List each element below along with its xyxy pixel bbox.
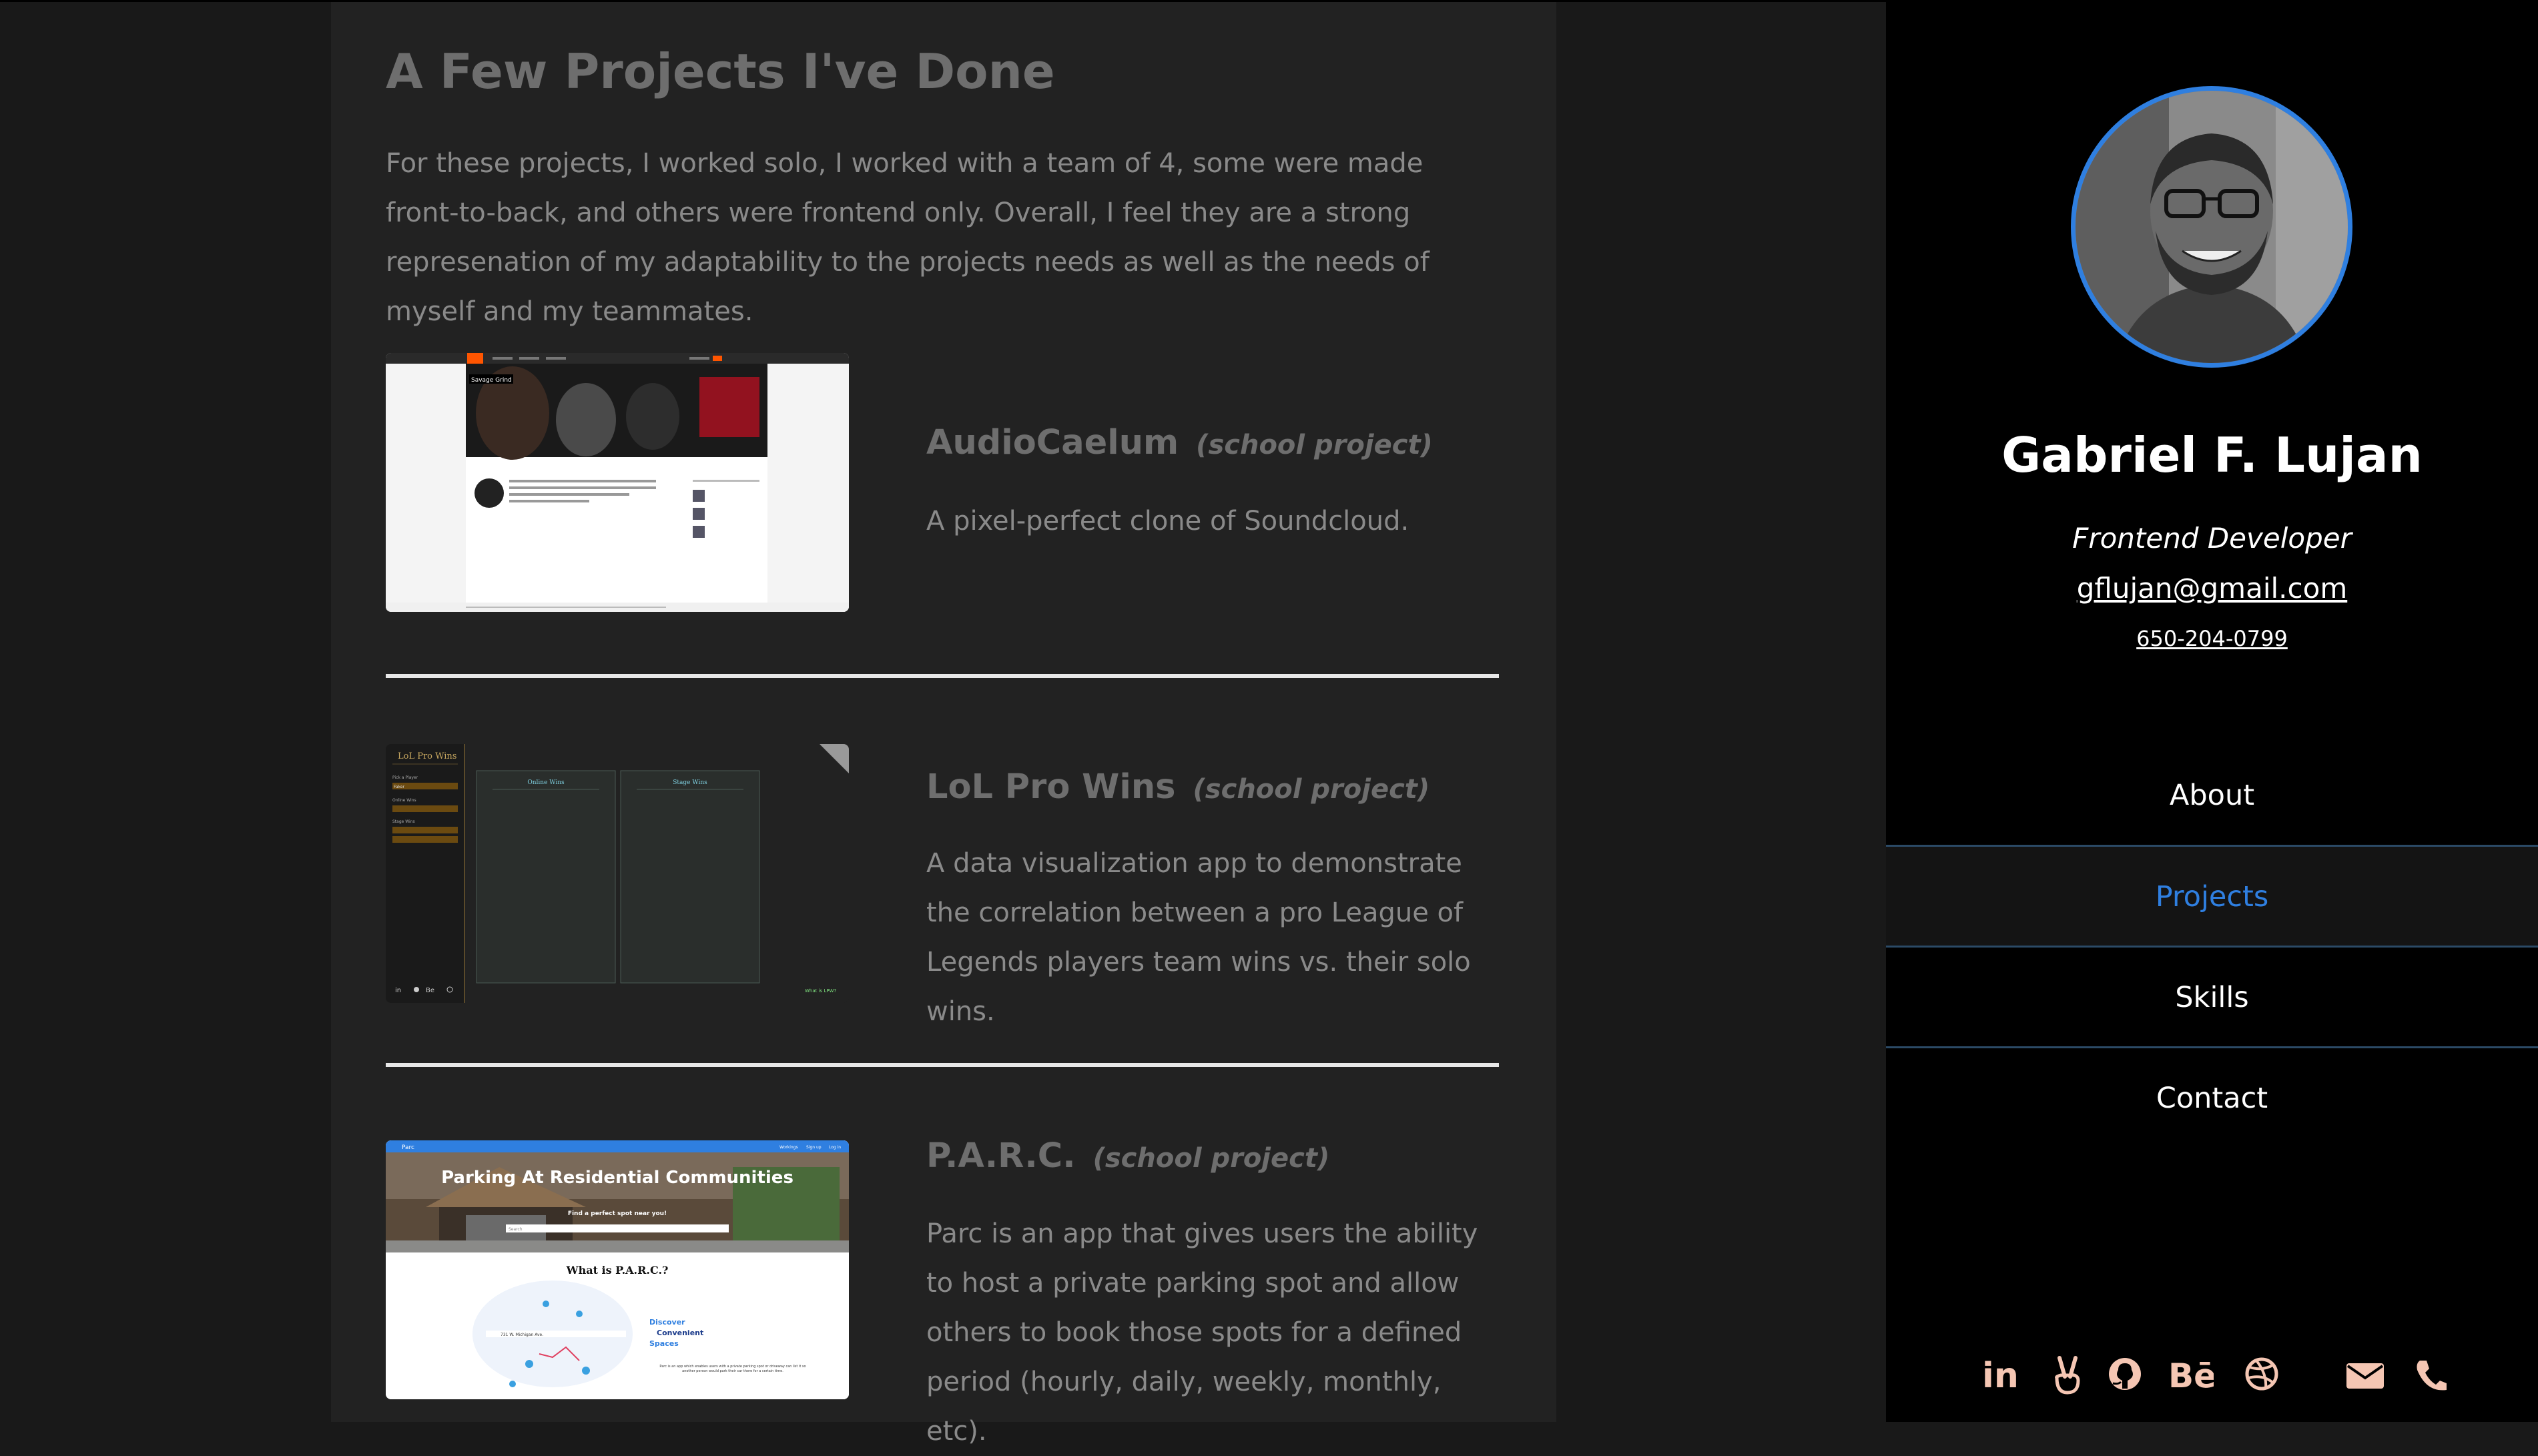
linkedin-icon[interactable]: in (1982, 1354, 2018, 1395)
parc-thumb-blurb: Parc is an app which enables users with … (659, 1365, 806, 1373)
parc-thumb-link-2: Sign up (806, 1145, 822, 1150)
parc-thumb-link-3: Log in (829, 1145, 841, 1150)
audiocaelum-title[interactable]: AudioCaelum (926, 423, 1179, 462)
parc-thumb-tagline-1: Discover (649, 1318, 685, 1327)
projects-section: A Few Projects I've Done For these proje… (331, 2, 1556, 1447)
profile-photo (2076, 91, 2348, 363)
parc-title-row: P.A.R.C. (school project) (926, 1136, 1329, 1176)
behance-icon[interactable]: Bē (2168, 1354, 2214, 1395)
lol-thumb-menu-2: Faker (394, 785, 405, 789)
profile-name: Gabriel F. Lujan (2001, 427, 2423, 483)
nav-item-contact[interactable]: Contact (1886, 1048, 2538, 1148)
dribbble-icon[interactable] (2243, 1354, 2280, 1395)
angellist-icon[interactable] (2053, 1354, 2082, 1395)
lol-pro-wins-description: A data visualization app to demonstrate … (926, 848, 1471, 1027)
avatar (2071, 86, 2352, 368)
projects-intro: For these projects, I worked solo, I wor… (386, 148, 1430, 327)
phone-link[interactable]: 650-204-0799 (1886, 626, 2538, 651)
lol-thumb-menu-1: Pick a Player (392, 775, 418, 780)
nav-item-skills[interactable]: Skills (1886, 948, 2538, 1048)
lol-thumb-footer: What is LPW? (805, 988, 836, 994)
nav-item-about[interactable]: About (1886, 745, 2538, 845)
lol-pro-wins-tag: (school project) (1193, 774, 1430, 805)
parc-thumb-address: 731 W. Michigan Ave. (501, 1333, 543, 1337)
lol-thumb-brand: LoL Pro Wins (398, 751, 456, 761)
audiocaelum-thumbnail[interactable]: Savage Grind (386, 353, 849, 612)
project-divider (386, 674, 1499, 678)
parc-title[interactable]: P.A.R.C. (926, 1136, 1076, 1176)
audiocaelum-title-row: AudioCaelum (school project) (926, 423, 1433, 462)
audiocaelum-tag: (school project) (1196, 430, 1433, 460)
profile-role: Frontend Developer (2072, 522, 2352, 555)
svg-text:Be: Be (426, 987, 434, 994)
lol-thumb-panel-1: Online Wins (527, 779, 565, 786)
svg-text:in: in (395, 987, 401, 994)
parc-thumb-brand: Parc (402, 1144, 414, 1151)
svg-text:Bē: Bē (2168, 1357, 2214, 1395)
parc-thumb-heading: What is P.A.R.C.? (566, 1264, 669, 1277)
lol-pro-wins-title-row: LoL Pro Wins (school project) (926, 767, 1430, 807)
nav-item-projects[interactable]: Projects (1886, 847, 2538, 947)
audiocaelum-screenshot: Savage Grind (386, 353, 849, 612)
parc-thumb-hero: Parking At Residential Communities (441, 1168, 794, 1188)
lol-pro-wins-screenshot: LoL Pro Wins Pick a Player Faker Online … (386, 744, 849, 1003)
lol-thumb-menu-4: Stage Wins (392, 819, 415, 824)
lol-pro-wins-thumbnail[interactable]: LoL Pro Wins Pick a Player Faker Online … (386, 744, 849, 1003)
sidebar: Gabriel F. Lujan Frontend Developer gflu… (1886, 0, 2538, 1422)
lol-thumb-panel-2: Stage Wins (673, 779, 707, 786)
audiocaelum-description: A pixel-perfect clone of Soundcloud. (926, 506, 1409, 536)
parc-thumbnail[interactable]: Parc Workings Sign up Log in Parking At … (386, 1140, 849, 1399)
parc-description: Parc is an app that gives users the abil… (926, 1218, 1478, 1447)
lol-thumb-menu-3: Online Wins (392, 798, 416, 803)
page-title: A Few Projects I've Done (386, 43, 1055, 99)
parc-thumb-tagline-3: Spaces (649, 1339, 679, 1348)
parc-thumb-link-1: Workings (779, 1145, 798, 1150)
audiocaelum-thumb-label: Savage Grind (471, 377, 512, 384)
parc-thumb-tagline-2: Convenient (657, 1329, 703, 1337)
lol-pro-wins-title[interactable]: LoL Pro Wins (926, 767, 1176, 807)
phone-icon[interactable] (2413, 1354, 2447, 1395)
parc-tag: (school project) (1092, 1143, 1330, 1174)
parc-thumb-subhero: Find a perfect spot near you! (568, 1210, 667, 1217)
email-icon[interactable] (2345, 1354, 2385, 1395)
project-divider (386, 1063, 1499, 1067)
parc-thumb-search: Search (509, 1227, 523, 1232)
github-icon[interactable] (2106, 1354, 2144, 1395)
parc-screenshot: Parc Workings Sign up Log in Parking At … (386, 1140, 849, 1399)
email-link[interactable]: gflujan@gmail.com (1886, 572, 2538, 605)
svg-text:in: in (1982, 1356, 2018, 1395)
